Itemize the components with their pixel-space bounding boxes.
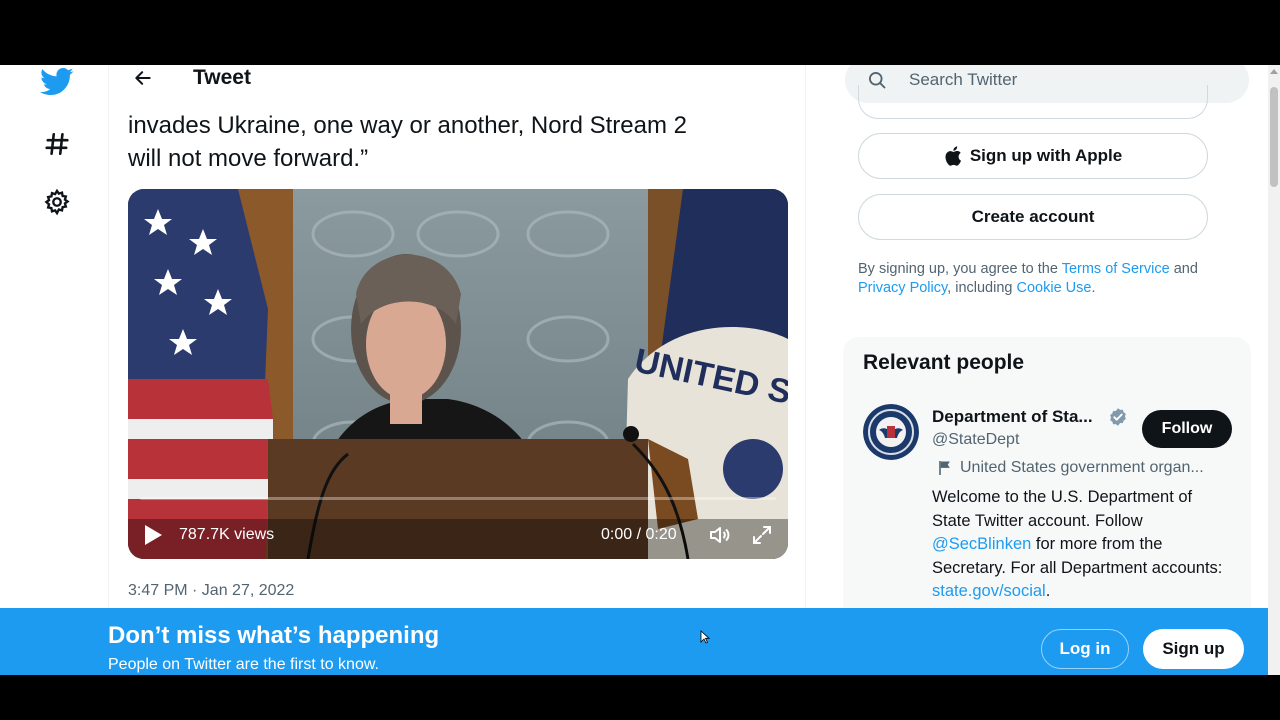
tweet-header: Tweet — [110, 65, 806, 93]
gear-icon[interactable] — [38, 183, 76, 221]
video-player[interactable]: UNITED STA 787.7K views 0:00 / 0:20 — [128, 189, 788, 559]
bio-text: Welcome to the U.S. Department of State … — [932, 488, 1193, 530]
arrow-left-icon[interactable] — [126, 65, 160, 95]
banner-subtitle: People on Twitter are the first to know. — [108, 656, 379, 673]
google-signup-button-partial[interactable] — [858, 85, 1208, 119]
signup-legal-text: By signing up, you agree to the Terms of… — [858, 260, 1238, 298]
terms-of-service-link[interactable]: Terms of Service — [1062, 261, 1170, 277]
person-handle[interactable]: @StateDept — [932, 431, 1019, 449]
tweet-text-line: will not move forward.” — [128, 145, 369, 172]
sign-up-with-apple-button[interactable]: Sign up with Apple — [858, 133, 1208, 179]
legal-including: , including — [947, 280, 1017, 296]
video-progress-bar[interactable] — [140, 497, 776, 500]
create-account-label: Create account — [971, 207, 1095, 226]
follow-button[interactable]: Follow — [1142, 410, 1232, 448]
bio-url-link[interactable]: state.gov/social — [932, 582, 1046, 600]
person-name[interactable]: Department of Sta... — [932, 407, 1093, 427]
play-icon[interactable] — [142, 523, 164, 547]
main-column: Tweet invades Ukraine, one way or anothe… — [110, 65, 806, 675]
login-prompt-banner: Don’t miss what’s happening People on Tw… — [0, 608, 1268, 675]
cookie-use-link[interactable]: Cookie Use — [1017, 280, 1092, 296]
tweet-text-line: invades Ukraine, one way or another, Nor… — [128, 112, 687, 139]
legal-prefix: By signing up, you agree to the — [858, 261, 1062, 277]
hashtag-icon[interactable] — [38, 125, 76, 163]
scroll-up-arrow-icon[interactable] — [1270, 69, 1278, 74]
page-scrollbar[interactable] — [1268, 65, 1280, 675]
apple-button-label: Sign up with Apple — [969, 146, 1123, 165]
person-bio: Welcome to the U.S. Department of State … — [932, 486, 1232, 604]
page-title: Tweet — [193, 66, 251, 89]
flag-icon — [939, 461, 950, 475]
bio-end: . — [1045, 582, 1051, 600]
volume-icon[interactable] — [708, 523, 732, 547]
fullscreen-icon[interactable] — [750, 523, 774, 547]
verified-badge-icon — [1110, 408, 1126, 426]
legal-and: and — [1169, 261, 1198, 277]
scrollbar-thumb[interactable] — [1270, 87, 1278, 187]
video-view-count: 787.7K views — [179, 526, 275, 543]
government-label: United States government organ... — [938, 459, 1238, 477]
right-sidebar: Sign up with Apple Create account By sig… — [843, 65, 1263, 675]
banner-title: Don’t miss what’s happening — [108, 622, 440, 649]
browser-viewport: Tweet invades Ukraine, one way or anothe… — [0, 65, 1280, 675]
create-account-button[interactable]: Create account — [858, 194, 1208, 240]
video-time: 0:00 / 0:20 — [601, 526, 677, 543]
apple-icon — [945, 146, 961, 166]
tweet-text: invades Ukraine, one way or another, Nor… — [128, 109, 788, 175]
avatar[interactable] — [863, 404, 919, 460]
privacy-policy-link[interactable]: Privacy Policy — [858, 280, 947, 296]
video-frame: UNITED STA — [128, 189, 788, 559]
mouse-cursor-icon — [700, 630, 710, 644]
government-label-text: United States government organ... — [960, 459, 1204, 476]
twitter-bird-icon[interactable] — [38, 65, 76, 101]
sign-up-button[interactable]: Sign up — [1143, 629, 1244, 669]
log-in-button[interactable]: Log in — [1041, 629, 1129, 669]
left-nav — [0, 65, 109, 675]
legal-end: . — [1091, 280, 1096, 296]
tweet-timestamp[interactable]: 3:47 PM · Jan 27, 2022 — [128, 582, 294, 600]
bio-mention-link[interactable]: @SecBlinken — [932, 535, 1031, 553]
relevant-people-title: Relevant people — [863, 351, 1025, 374]
